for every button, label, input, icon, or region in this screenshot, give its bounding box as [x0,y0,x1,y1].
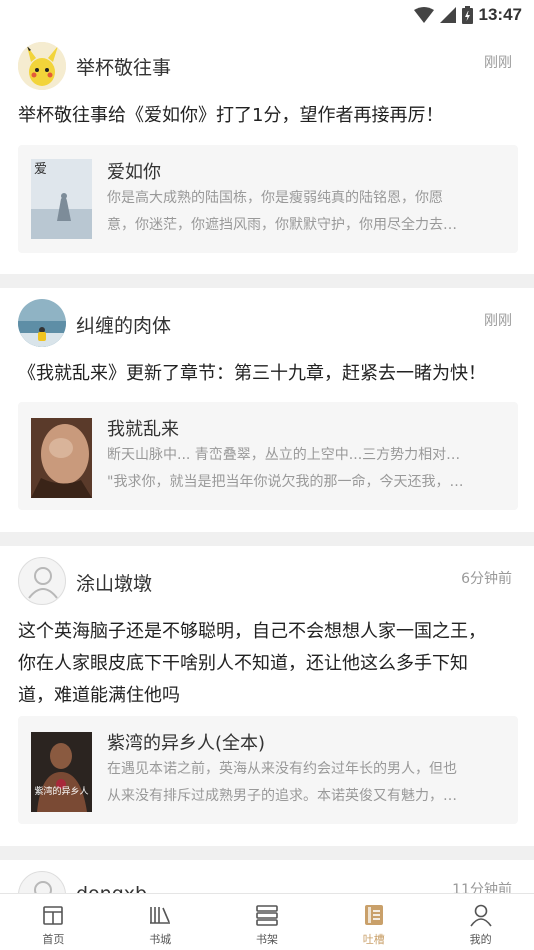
tab-label: 书架 [255,933,278,946]
divider [0,846,534,860]
tab-label: 吐槽 [362,933,385,946]
post-time: 6分钟前 [461,571,512,587]
avatar[interactable] [18,299,66,347]
book-cover [31,418,92,498]
tab-home[interactable]: 首页 [0,894,107,950]
profile-icon [469,904,492,927]
username[interactable]: dongxb [76,883,147,893]
tab-profile[interactable]: 我的 [427,894,534,950]
post-time: 刚刚 [484,313,512,329]
post-time: 11分钟前 [452,882,512,893]
divider [0,532,534,546]
feed-post[interactable]: 举杯敬往事 刚刚 举杯敬往事给《爱如你》打了1分，望作者再接再厉！ 爱 爱如你 … [0,30,534,274]
tab-bookshelf[interactable]: 书架 [214,894,321,950]
book-description: 在遇见本诺之前，英海从来没有约会过年长的男人，但也 从来没有排斥过成熟男子的追求… [107,761,457,804]
battery-icon [461,6,473,24]
book-title: 我就乱来 [107,419,179,440]
book-description: 你是高大成熟的陆国栋，你是瘦弱纯真的陆铭恩，你愿 意，你迷茫，你遮挡风雨，你默默… [107,190,457,233]
username[interactable]: 举杯敬往事 [76,53,171,80]
post-content: 《我就乱来》更新了章节：第三十九章，赶紧去一睹为快！ [18,363,486,384]
feed-post[interactable]: dongxb 11分钟前 [0,860,534,893]
bookshelf-icon [256,905,278,926]
username[interactable]: 涂山墩墩 [76,569,152,596]
tab-comment[interactable]: 吐槽 [320,894,427,950]
clock: 13:47 [478,5,522,24]
username[interactable]: 纠缠的肉体 [76,311,171,338]
post-time: 刚刚 [484,55,512,71]
book-description: 断天山脉中... 青峦叠翠，丛立的上空中...三方势力相对… "我求你，就当是把… [107,447,464,490]
book-card[interactable]: 爱 爱如你 你是高大成熟的陆国栋，你是瘦弱纯真的陆铭恩，你愿 意，你迷茫，你遮挡… [18,145,518,253]
book-title: 爱如你 [107,162,161,183]
tab-label: 首页 [42,933,65,946]
divider [0,274,534,288]
post-content: 举杯敬往事给《爱如你》打了1分，望作者再接再厉！ [18,105,444,126]
svg-text:爱: 爱 [34,162,47,177]
avatar[interactable] [18,42,66,90]
home-icon [43,906,64,925]
signal-icon [439,7,456,23]
status-bar: 13:47 [0,0,534,30]
book-cover: 爱 [31,159,92,239]
post-content: 这个英海脑子还是不够聪明，自己不会想想人家一国之王， 你在人家眼皮底下干啥别人不… [18,621,486,706]
wifi-icon [413,7,434,23]
feed-post[interactable]: 纠缠的肉体 刚刚 《我就乱来》更新了章节：第三十九章，赶紧去一睹为快！ 我就乱来… [0,288,534,532]
book-card[interactable]: 我就乱来 断天山脉中... 青峦叠翠，丛立的上空中...三方势力相对… "我求你… [18,402,518,510]
tab-bookstore[interactable]: 书城 [107,894,214,950]
feed-post[interactable]: 涂山墩墩 6分钟前 这个英海脑子还是不够聪明，自己不会想想人家一国之王， 你在人… [0,546,534,846]
avatar[interactable] [18,871,66,893]
book-cover: 紫湾的异乡人 [31,732,92,812]
bottom-tab-bar: 首页 书城 书架 吐槽 我的 [0,893,534,950]
comment-icon [364,905,383,925]
avatar[interactable] [18,557,66,605]
book-title: 紫湾的异乡人(全本) [107,733,266,754]
book-cover-title: 紫湾的异乡人 [34,787,89,797]
tab-label: 书城 [149,933,172,946]
tab-label: 我的 [469,933,492,946]
bookstore-icon [150,907,171,924]
book-card[interactable]: 紫湾的异乡人 紫湾的异乡人(全本) 在遇见本诺之前，英海从来没有约会过年长的男人… [18,716,518,824]
